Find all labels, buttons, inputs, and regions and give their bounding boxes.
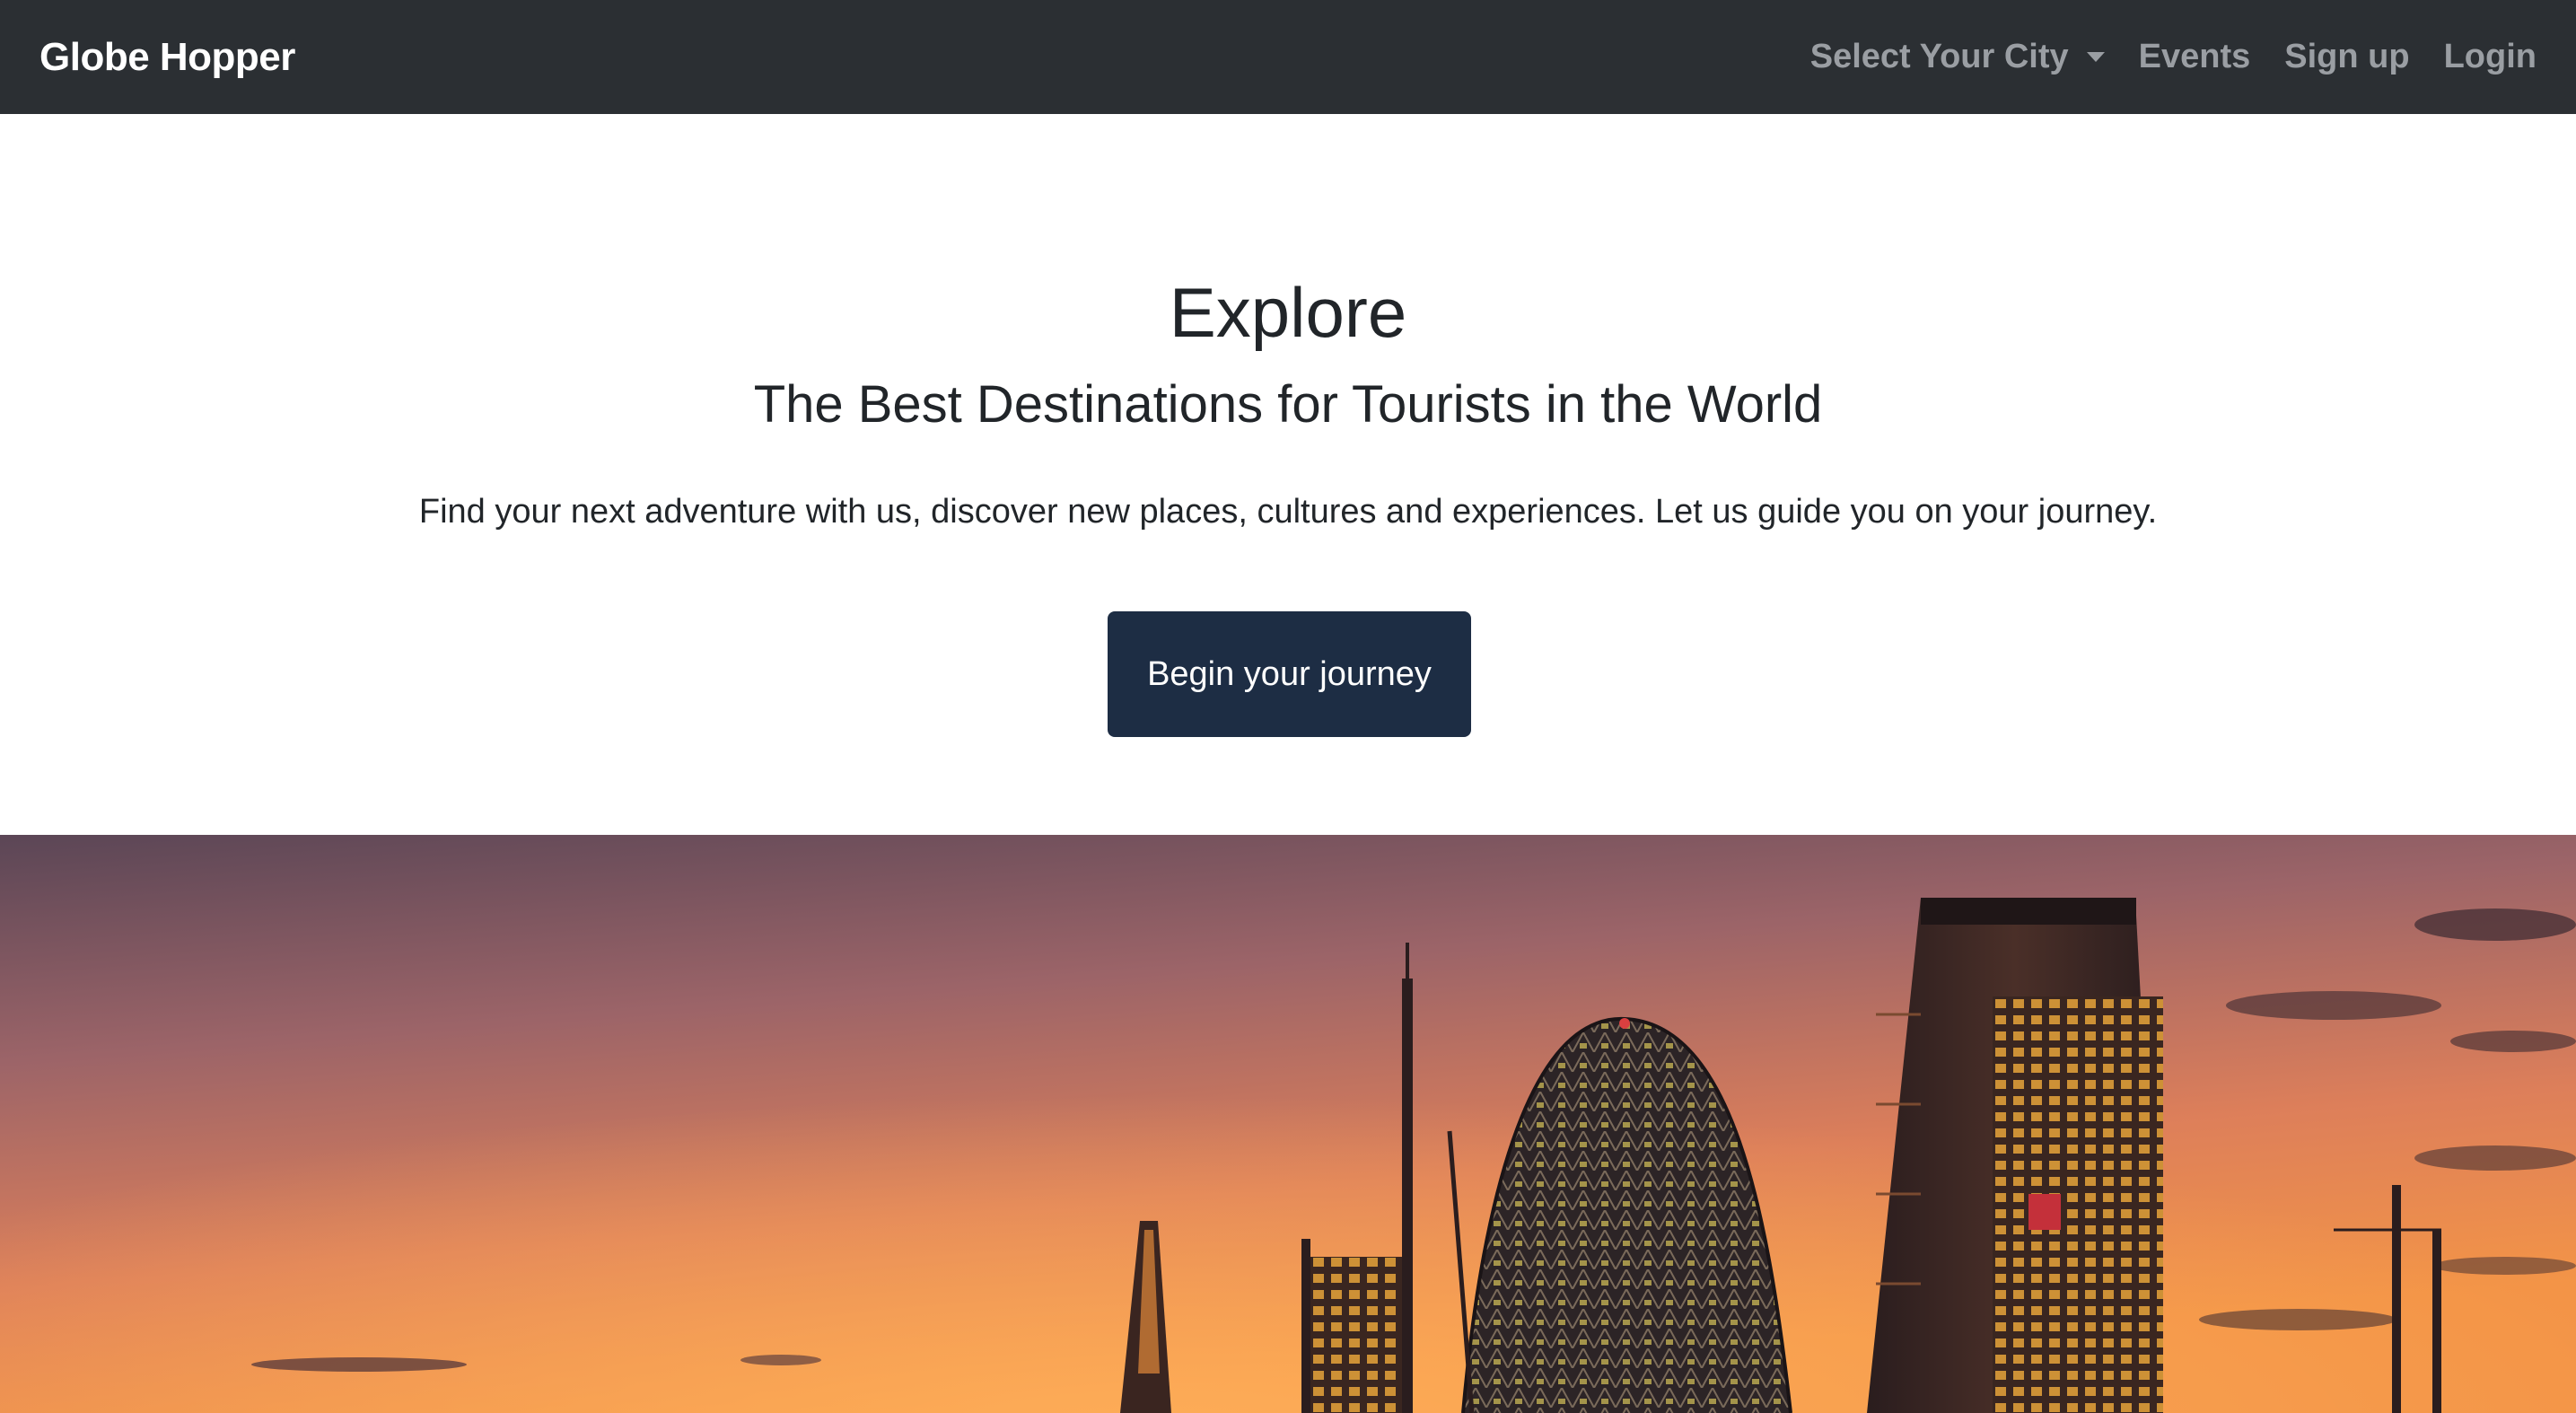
cloud-shape <box>2432 1257 2576 1275</box>
brand-logo[interactable]: Globe Hopper <box>39 35 295 80</box>
begin-journey-button[interactable]: Begin your journey <box>1108 611 1471 737</box>
nav-select-city-label: Select Your City <box>1809 38 2069 75</box>
hero-section: Explore The Best Destinations for Touris… <box>0 114 2576 835</box>
cloud-shape <box>2414 908 2576 941</box>
cloud-shape <box>2199 1309 2396 1330</box>
crane-shape <box>2392 1185 2401 1413</box>
hero-subtitle: The Best Destinations for Tourists in th… <box>753 375 1823 434</box>
nav-login-link[interactable]: Login <box>2444 38 2537 76</box>
cloud-shape <box>251 1357 467 1372</box>
nav-signup-link[interactable]: Sign up <box>2284 38 2409 76</box>
crane-shape <box>1402 979 1413 1413</box>
chevron-down-icon <box>2086 52 2105 62</box>
city-skyline-image <box>0 835 2576 1413</box>
nav-links: Select Your City Events Sign up Login <box>1810 38 2537 76</box>
cloud-shape <box>740 1355 821 1365</box>
cloud-shape <box>2414 1145 2576 1171</box>
crane-shape <box>2432 1230 2441 1413</box>
hero-description: Find your next adventure with us, discov… <box>418 493 2158 531</box>
navbar: Globe Hopper Select Your City Events Sig… <box>0 0 2576 114</box>
building-shape <box>1310 1257 1409 1413</box>
cloud-shape <box>2226 991 2441 1020</box>
nav-events-link[interactable]: Events <box>2139 38 2251 76</box>
nav-select-city-dropdown[interactable]: Select Your City <box>1810 38 2105 76</box>
cloud-shape <box>2450 1031 2576 1052</box>
hero-title: Explore <box>1169 273 1407 352</box>
